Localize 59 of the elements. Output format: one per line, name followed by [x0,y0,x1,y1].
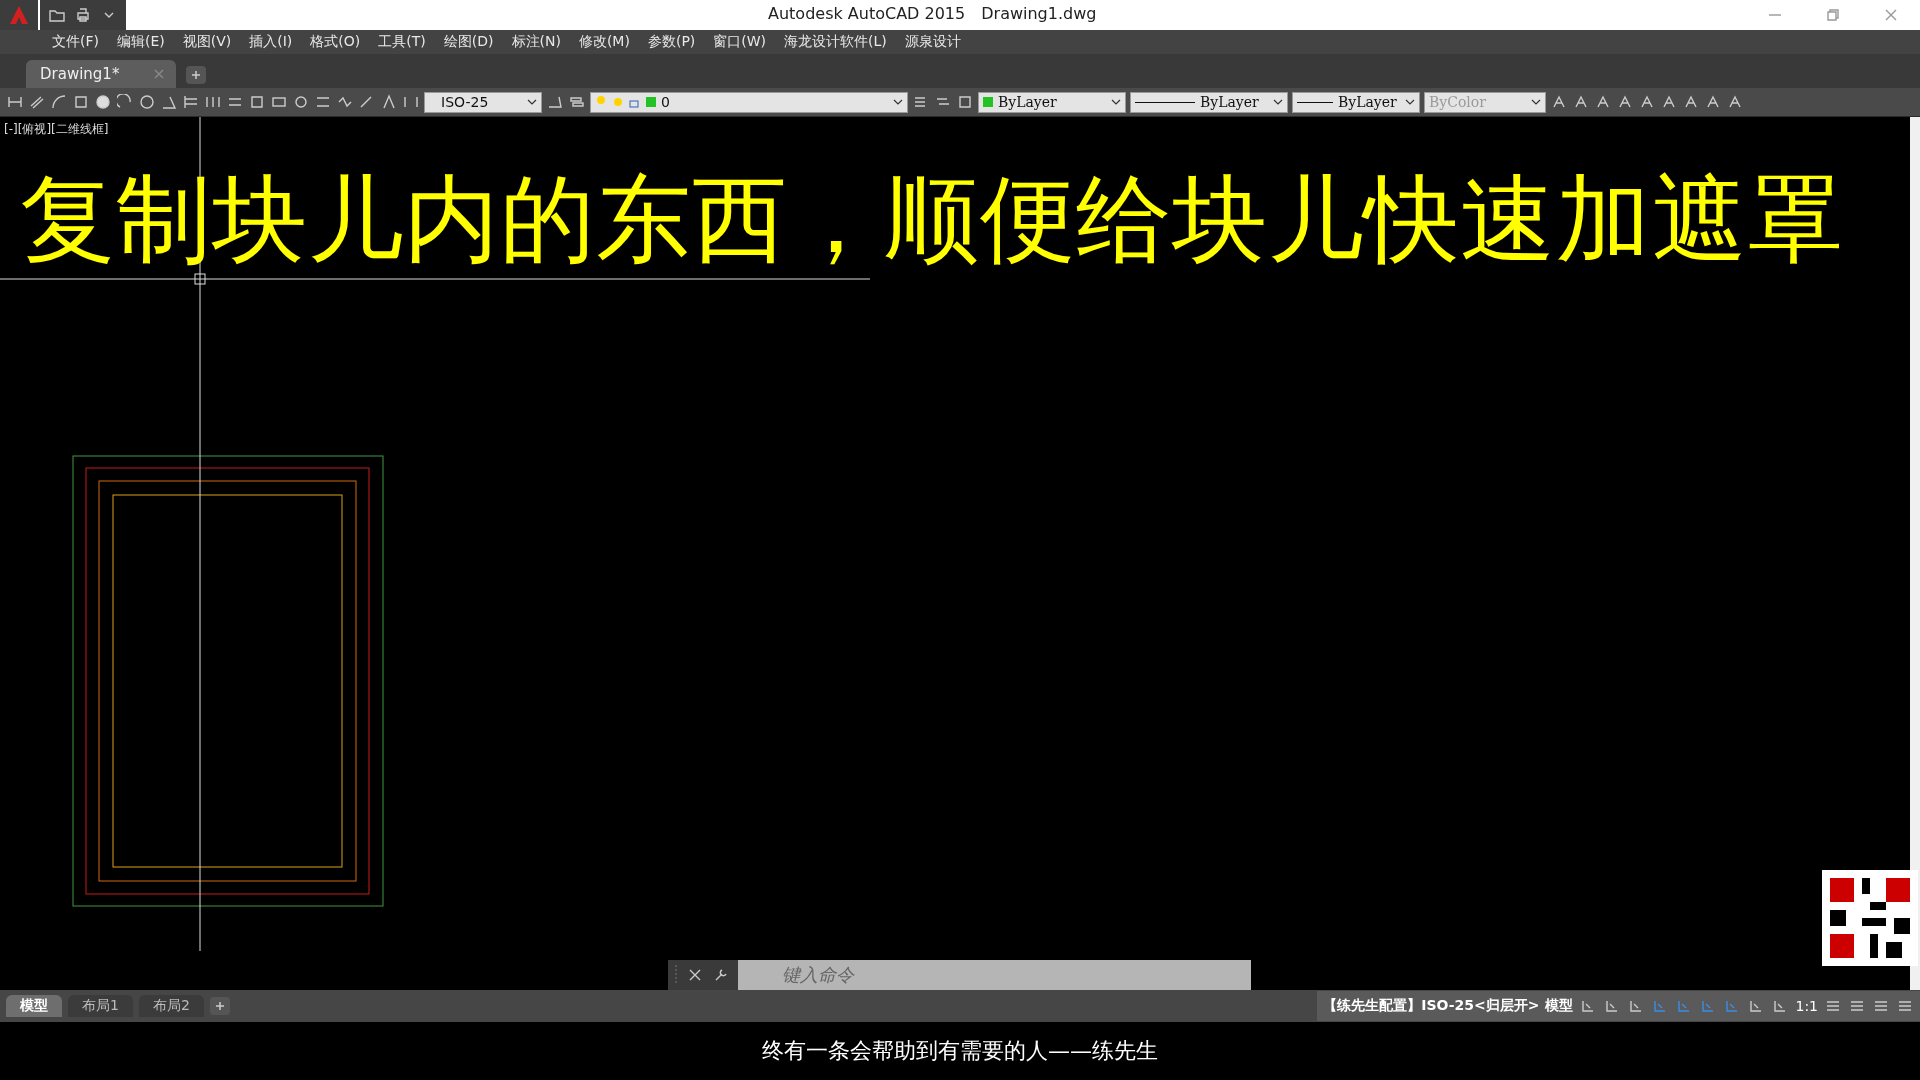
tab-label: Drawing1* [40,65,120,83]
layout-tab[interactable]: 布局1 [68,995,133,1017]
menu-item[interactable]: 修改(M) [570,33,638,51]
diameter-icon[interactable] [138,93,156,111]
menu-item[interactable]: 插入(I) [241,33,301,51]
model-space-button[interactable]: 模型 [1545,997,1574,1015]
text-angle-icon[interactable] [380,93,398,111]
circle-icon[interactable] [94,93,112,111]
menu-item[interactable]: 参数(P) [639,33,704,51]
chevron-down-icon[interactable] [1405,99,1415,105]
menu-item[interactable]: 视图(V) [174,33,240,51]
dim-style-dropdown[interactable]: ISO-25 [424,91,542,113]
baseline-icon[interactable] [182,93,200,111]
chevron-down-icon[interactable] [527,99,537,105]
app-logo-icon [8,4,30,26]
aligned-dimension-icon[interactable] [28,93,46,111]
scale-selector[interactable]: 1:1 [1795,998,1818,1014]
window-title: Autodesk AutoCAD 2015 [768,4,966,23]
plus-icon [191,70,201,80]
linetype-dropdown[interactable]: ByLayer [1130,91,1288,113]
new-layout-button[interactable] [209,997,230,1015]
menu-item[interactable]: 文件(F) [44,33,107,51]
file-name: Drawing1.dwg [981,4,1097,23]
new-tab-button[interactable] [186,66,206,84]
radius-icon[interactable] [116,93,134,111]
color-dropdown[interactable]: ByLayer [978,91,1126,113]
menu-item[interactable]: 标注(N) [503,33,569,51]
layer-color-icon [646,97,656,107]
layout-tab[interactable]: 布局2 [138,995,204,1017]
chevron-down-icon[interactable] [893,99,903,105]
color-swatch-icon [983,97,993,107]
restore-icon[interactable] [1824,6,1842,24]
command-input[interactable]: 键入命令 [738,960,1251,990]
layer-dropdown[interactable]: 0 [590,91,908,113]
menu-item[interactable]: 绘图(D) [435,33,502,51]
chevron-down-icon[interactable] [1273,99,1283,105]
layout-tab[interactable]: 模型 [6,995,62,1017]
subtitle: 终有一条会帮助到有需要的人——练先生 [762,1037,1158,1065]
viewport-label[interactable]: [-][俯视][二维线框] [4,121,109,138]
sun-icon [612,96,624,108]
printer-icon[interactable] [74,6,92,24]
line-sample-icon [1135,100,1195,104]
center-mark-icon[interactable] [292,93,310,111]
line-sample-icon [1297,100,1333,104]
menu-item[interactable]: 格式(O) [302,33,369,51]
drawing-text: 复制块儿内的东西，顺便给块儿快速加遮罩 [20,163,1844,276]
chevron-down-icon[interactable] [1111,99,1121,105]
menu-item[interactable]: 窗口(W) [705,33,775,51]
plus-icon [214,1001,225,1011]
menu-item[interactable]: 海龙设计软件(L) [776,33,895,51]
menu-item[interactable]: 源泉设计 [896,33,969,51]
lineweight-dropdown[interactable]: ByLayer [1292,91,1420,113]
arc-dimension-icon[interactable] [50,93,68,111]
annotation-config[interactable]: 【练先生配置】ISO-25<归层开> [1323,997,1540,1015]
menu-item[interactable]: 编辑(E) [109,33,173,51]
document-tab[interactable]: Drawing1* [26,60,176,88]
scrollbar[interactable] [1910,117,1920,990]
chevron-down-icon[interactable] [1531,99,1541,105]
menu-item[interactable]: 工具(T) [370,33,434,51]
